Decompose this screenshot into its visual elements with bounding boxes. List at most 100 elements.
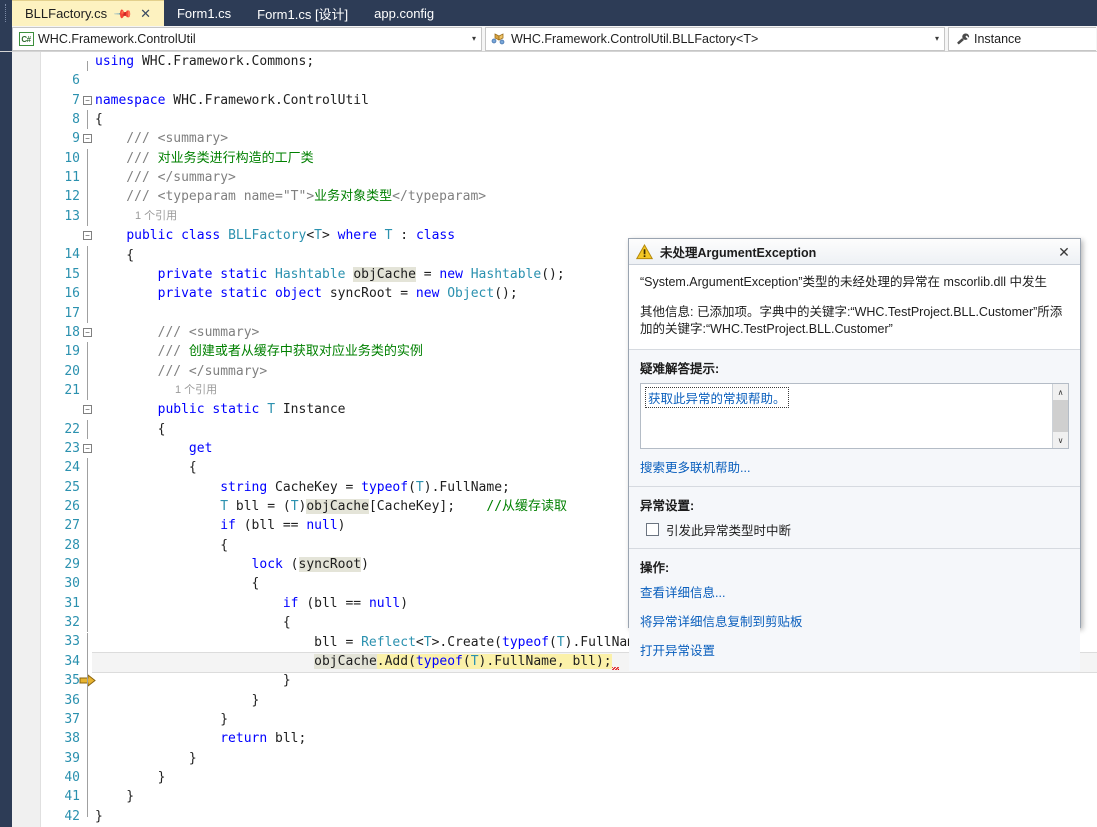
codelens-reference-count[interactable]: 1 个引用 [175, 381, 217, 400]
code-line-content: } [95, 692, 260, 708]
fold-guide-line [87, 477, 88, 498]
member-dropdown[interactable]: Instance [948, 27, 1096, 51]
code-line-content: /// 对业务类进行构造的工厂类 [95, 150, 314, 166]
break-on-exception-label: 引发此异常类型时中断 [666, 524, 792, 538]
exception-dialog-titlebar: 未处理ArgumentException ✕ [629, 239, 1080, 265]
tab-label: Form1.cs [设计] [257, 6, 349, 22]
fold-guide-line [87, 497, 88, 517]
tab-form1-cs-design[interactable]: Form1.cs [设计] [244, 0, 361, 26]
fold-guide-line [87, 61, 88, 71]
fold-minus-icon[interactable]: − [83, 405, 92, 415]
fold-guide-line [87, 555, 88, 575]
code-line-43: 43 } [0, 806, 1097, 826]
troubleshooting-scrollbar[interactable]: ∧ ∨ [1052, 384, 1068, 448]
close-icon[interactable]: ✕ [1055, 245, 1073, 259]
code-line-content: { [95, 576, 260, 592]
code-line-content: } [95, 711, 229, 727]
tab-app-config[interactable]: app.config [361, 0, 447, 26]
fold-guide-line [87, 284, 88, 304]
exception-helper-dialog[interactable]: 未处理ArgumentException ✕ “System.ArgumentE… [628, 238, 1081, 671]
fold-guide-line [87, 361, 88, 381]
code-line-content: /// </summary> [95, 363, 268, 379]
code-line-content: } [95, 808, 103, 824]
property-wrench-icon [953, 31, 971, 47]
fold-minus-icon[interactable]: − [83, 444, 92, 453]
general-help-link[interactable]: 获取此异常的常规帮助。 [645, 387, 789, 408]
troubleshooting-tips-box[interactable]: 获取此异常的常规帮助。 ∧ ∨ [640, 383, 1069, 449]
warning-triangle-icon [635, 243, 654, 260]
scroll-down-icon[interactable]: ∨ [1053, 432, 1068, 448]
tab-form1-cs[interactable]: Form1.cs [164, 0, 244, 26]
editor-tab-strip: BLLFactory.cs 📌 ✕ Form1.cs Form1.cs [设计]… [0, 0, 1097, 26]
csharp-file-icon: C# [17, 31, 35, 47]
code-line-content: } [95, 769, 166, 785]
fold-guide-line [87, 419, 88, 439]
code-navigation-bar: C# WHC.Framework.ControlUtil ▾ WHC.Frame… [0, 26, 1097, 52]
fold-guide-line [87, 245, 88, 265]
chevron-down-icon[interactable]: ▾ [467, 35, 481, 43]
fold-guide-line [87, 709, 88, 730]
code-line-content: { [95, 421, 166, 437]
search-more-online-help-link[interactable]: 搜索更多联机帮助... [640, 457, 750, 476]
code-line-content: /// </summary> [95, 170, 236, 186]
tab-bllfactory-cs[interactable]: BLLFactory.cs 📌 ✕ [12, 0, 164, 26]
code-line-content: string CacheKey = typeof(T).FullName; [220, 479, 510, 495]
fold-guide-line [87, 148, 88, 169]
scroll-up-icon[interactable]: ∧ [1053, 384, 1068, 400]
fold-guide-line [87, 787, 88, 807]
code-line-content: /// <typeparam name="T">业务对象类型</typepara… [95, 189, 487, 205]
code-line-9: 9 { [0, 110, 1097, 146]
fold-guide-line [87, 651, 88, 672]
code-line-content: using WHC.Framework.Commons; [95, 54, 315, 69]
exception-settings-section: 异常设置: 引发此异常类型时中断 [629, 487, 1080, 549]
fold-guide-line [87, 729, 88, 749]
code-line-content: objCache.Add(typeof(T).FullName, bll); [314, 653, 612, 669]
code-line-40: 40 } [0, 748, 1097, 785]
code-line-content: namespace WHC.Framework.ControlUtil [95, 92, 369, 108]
fold-guide-line [87, 458, 88, 478]
codelens-row-1[interactable]: 1 个引用 [0, 206, 1097, 227]
error-squiggle [612, 666, 619, 670]
fold-guide-line [87, 303, 88, 323]
code-line-41: 41 } [0, 767, 1097, 804]
open-exception-settings-link[interactable]: 打开异常设置 [640, 640, 1069, 659]
code-line-39: 39 return bll; [0, 729, 1097, 766]
troubleshooting-section: 疑难解答提示: 获取此异常的常规帮助。 ∧ ∨ 搜索更多联机帮助... [629, 350, 1080, 487]
troubleshooting-tips-content: 获取此异常的常规帮助。 [641, 384, 1052, 448]
fold-minus-icon[interactable]: − [83, 327, 92, 337]
type-dropdown[interactable]: WHC.Framework.ControlUtil.BLLFactory<T> … [485, 27, 945, 51]
code-line-content: T bll = (T)objCache[CacheKey]; //从缓存读取 [220, 499, 568, 515]
code-line-6: 6 using WHC.Framework.Commons; [0, 52, 1097, 88]
code-line-content: /// <summary> [95, 131, 229, 147]
current-statement-arrow-icon [15, 654, 96, 688]
close-icon[interactable]: ✕ [140, 7, 151, 20]
code-line-content: { [95, 537, 229, 553]
break-on-exception-row[interactable]: 引发此异常类型时中断 [646, 520, 1069, 539]
fold-guide-line [87, 380, 88, 401]
copy-exception-details-link[interactable]: 将异常详细信息复制到剪贴板 [640, 611, 1069, 630]
fold-guide-line [87, 690, 88, 710]
namespace-dropdown-value: WHC.Framework.ControlUtil [38, 32, 196, 46]
fold-guide-line [87, 206, 88, 227]
view-details-link[interactable]: 查看详细信息... [640, 582, 1069, 601]
fold-minus-icon[interactable]: − [83, 134, 92, 144]
code-line-content: } [95, 789, 135, 805]
code-line-content: } [95, 750, 197, 766]
break-on-exception-checkbox[interactable] [646, 523, 659, 536]
codelens-reference-count[interactable]: 1 个引用 [135, 207, 177, 226]
code-line-37: 37 } [0, 690, 1097, 727]
fold-guide-line [87, 168, 88, 188]
fold-guide-line [87, 574, 88, 594]
scrollbar-thumb[interactable] [1053, 400, 1068, 432]
namespace-dropdown[interactable]: C# WHC.Framework.ControlUtil ▾ [12, 27, 482, 51]
fold-guide-line [87, 110, 88, 130]
fold-guide-line [87, 535, 88, 556]
fold-guide-line [87, 806, 88, 817]
code-line-content: /// 创建或者从缓存中获取对应业务类的实例 [95, 344, 423, 360]
code-line-content: } [95, 673, 291, 689]
fold-guide-line [87, 187, 88, 207]
chevron-down-icon[interactable]: ▾ [930, 35, 944, 43]
pin-icon[interactable]: 📌 [113, 3, 133, 23]
fold-minus-icon[interactable]: − [83, 95, 92, 105]
fold-minus-icon[interactable]: − [83, 231, 92, 241]
